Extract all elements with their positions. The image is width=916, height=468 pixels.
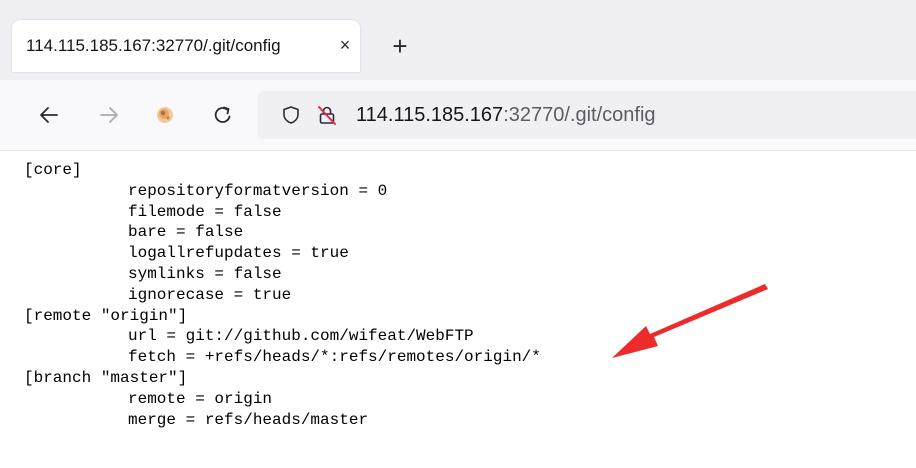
- line-text: bare = false: [128, 223, 244, 242]
- url-host: 114.115.185.167: [356, 104, 504, 126]
- config-line: bare = false: [24, 222, 541, 243]
- config-line: [branch "master"]: [24, 368, 541, 389]
- line-text: [core]: [24, 161, 82, 179]
- line-text: [remote "origin"]: [24, 306, 188, 325]
- config-line: fetch = +refs/heads/*:refs/remotes/origi…: [24, 347, 541, 368]
- config-line: ignorecase = true: [24, 285, 541, 306]
- line-text: fetch = +refs/heads/*:refs/remotes/origi…: [128, 348, 541, 367]
- config-line: [core]: [24, 160, 541, 181]
- extension-icon[interactable]: [148, 98, 182, 132]
- arrow-shape: [612, 284, 768, 358]
- address-bar[interactable]: 114.115.185.167:32770/.git/config: [258, 91, 916, 139]
- shield-icon[interactable]: [274, 98, 308, 132]
- insecure-lock-icon[interactable]: [310, 98, 344, 132]
- config-line: remote = origin: [24, 389, 541, 410]
- config-line: logallrefupdates = true: [24, 243, 541, 264]
- tab-active[interactable]: 114.115.185.167:32770/.git/config ×: [12, 20, 360, 72]
- url-text[interactable]: 114.115.185.167:32770/.git/config: [356, 103, 656, 127]
- tab-title: 114.115.185.167:32770/.git/config: [26, 36, 281, 55]
- line-text: symlinks = false: [128, 264, 282, 283]
- line-text: repositoryformatversion = 0: [128, 181, 388, 200]
- config-line: repositoryformatversion = 0: [24, 181, 541, 202]
- tab-close-icon[interactable]: ×: [333, 33, 357, 57]
- new-tab-button[interactable]: +: [383, 30, 417, 64]
- url-path: :32770/.git/config: [503, 104, 656, 126]
- config-line: merge = refs/heads/master: [24, 410, 541, 431]
- line-text: logallrefupdates = true: [128, 244, 349, 263]
- line-text: merge = refs/heads/master: [128, 410, 369, 429]
- line-text: ignorecase = true: [128, 285, 292, 304]
- forward-icon[interactable]: [92, 98, 126, 132]
- config-line: filemode = false: [24, 202, 541, 223]
- reload-icon[interactable]: [206, 98, 240, 132]
- config-line: [remote "origin"]: [24, 306, 541, 327]
- config-line-remote-url: url = git://github.com/wifeat/WebFTP: [24, 326, 541, 347]
- tab-strip: 114.115.185.167:32770/.git/config × +: [0, 0, 916, 80]
- line-text: remote = origin: [128, 389, 273, 408]
- line-text: url = git://github.com/wifeat/WebFTP: [128, 327, 474, 346]
- line-text: [branch "master"]: [24, 368, 188, 387]
- line-text: filemode = false: [128, 202, 282, 221]
- back-icon[interactable]: [32, 98, 66, 132]
- config-line: symlinks = false: [24, 264, 541, 285]
- file-content: [core] repositoryformatversion = 0 filem…: [24, 160, 541, 430]
- navigation-toolbar: 114.115.185.167:32770/.git/config: [0, 80, 916, 151]
